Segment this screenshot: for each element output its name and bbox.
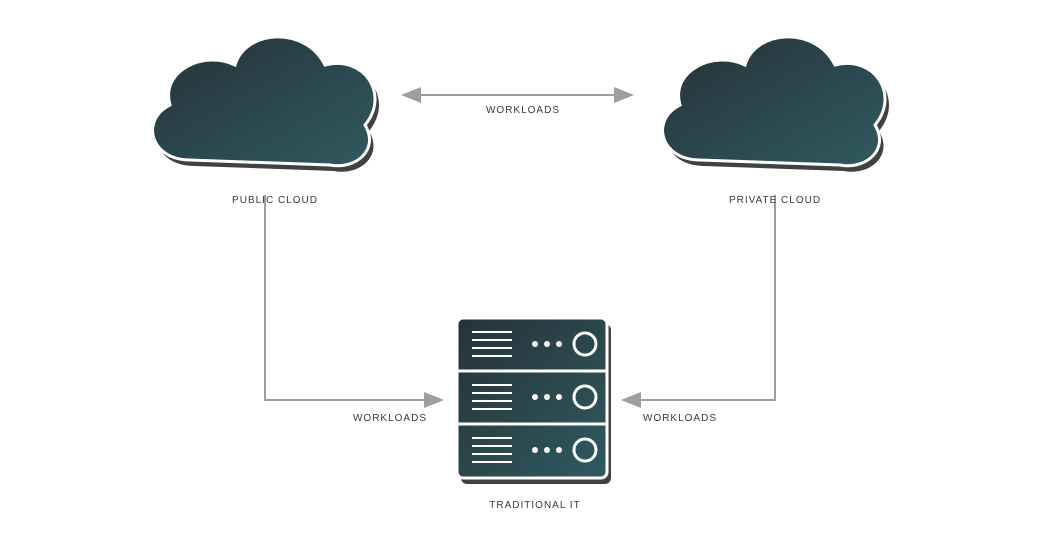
private-cloud-label: PRIVATE CLOUD — [725, 195, 825, 206]
public-cloud-icon — [130, 10, 390, 190]
arrow-right-to-server — [625, 195, 775, 400]
server-icon — [447, 310, 617, 490]
workloads-right-label: WORKLOADS — [635, 413, 725, 424]
workloads-top-label: WORKLOADS — [478, 105, 568, 116]
hybrid-cloud-diagram: PUBLIC CLOUD PRIVATE CLOUD TRADITIONAL I… — [0, 0, 1064, 559]
public-cloud-label: PUBLIC CLOUD — [225, 195, 325, 206]
private-cloud-icon — [640, 10, 900, 190]
traditional-it-label: TRADITIONAL IT — [480, 500, 590, 511]
workloads-left-label: WORKLOADS — [345, 413, 435, 424]
arrow-left-to-server — [265, 195, 440, 400]
